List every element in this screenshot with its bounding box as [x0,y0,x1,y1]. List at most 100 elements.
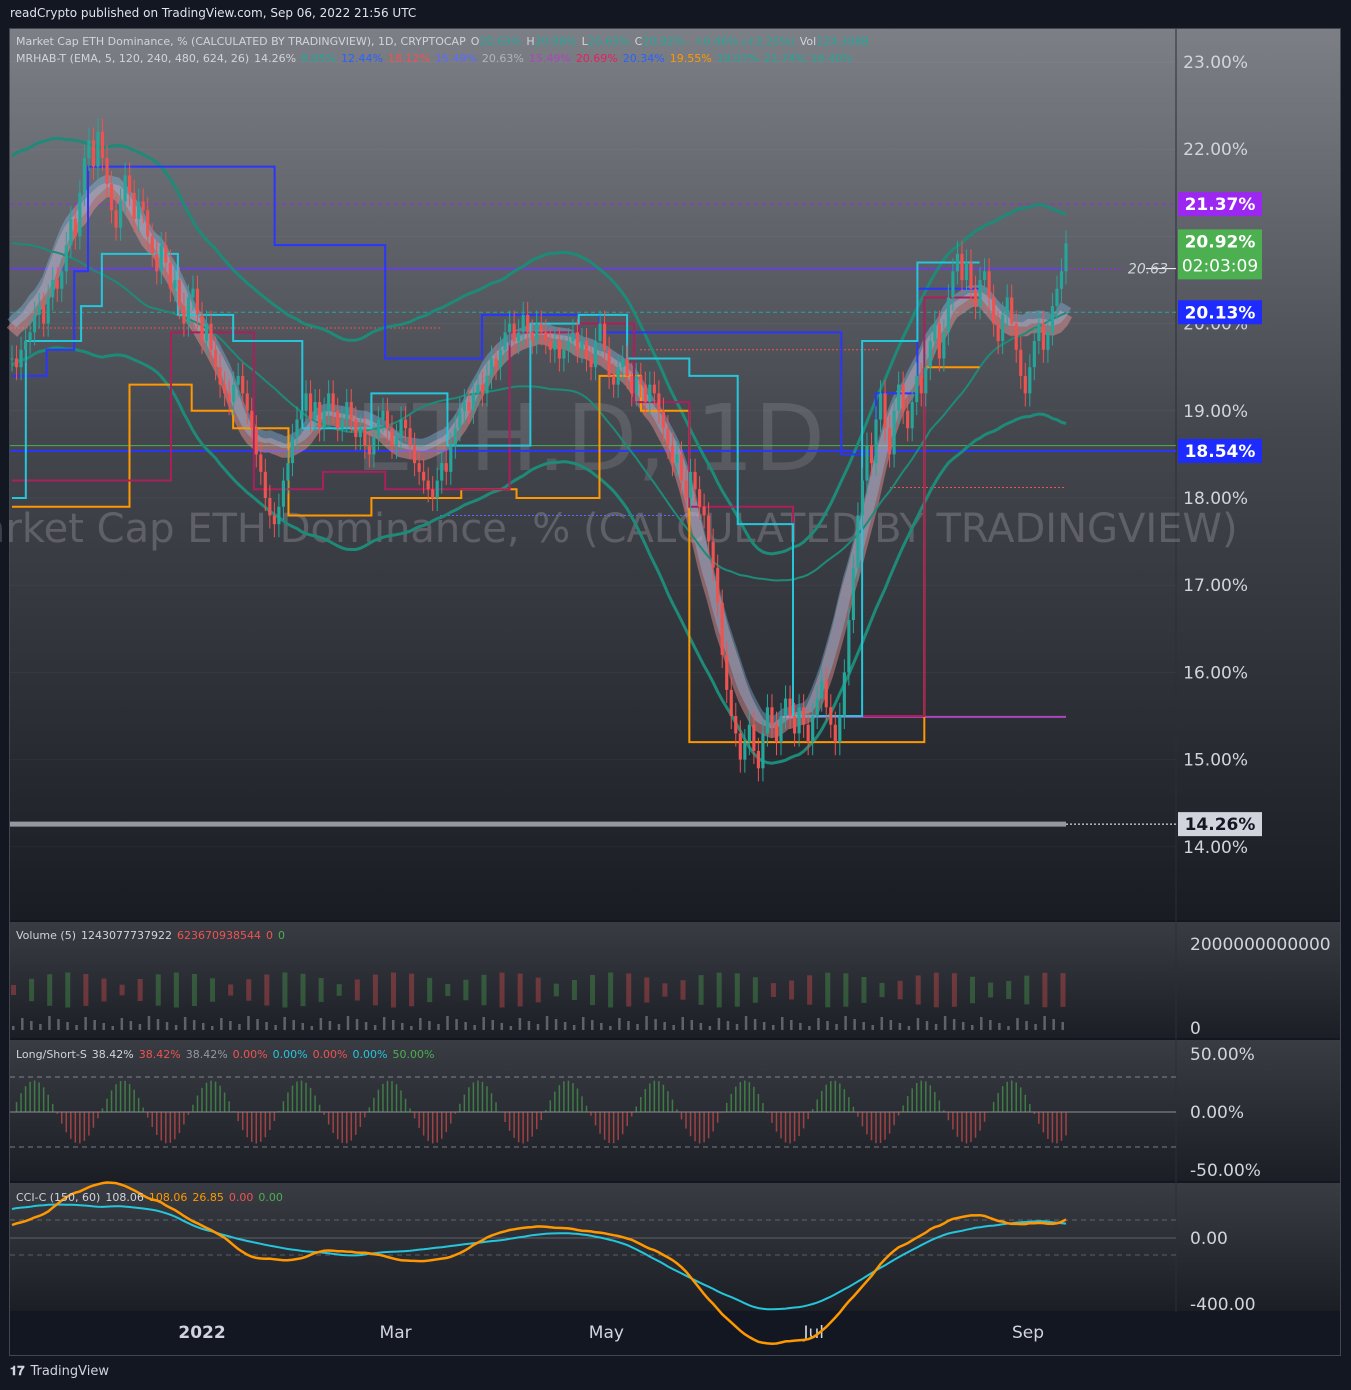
candle-152[interactable] [698,489,702,507]
candle-42[interactable] [200,314,204,342]
candle-35[interactable] [168,262,172,289]
candle-189[interactable] [865,445,869,481]
candle-91[interactable] [422,471,426,481]
candle-89[interactable] [413,445,417,464]
candle-51[interactable] [241,375,245,394]
candle-97[interactable] [449,445,453,472]
candle-124[interactable] [571,332,575,342]
candle-99[interactable] [458,410,462,429]
candle-59[interactable] [277,506,281,525]
candle-56[interactable] [263,471,267,498]
candle-100[interactable] [462,402,466,411]
candle-164[interactable] [752,724,756,751]
candle-41[interactable] [195,288,200,315]
candle-40[interactable] [191,288,195,298]
candle-148[interactable] [679,454,684,481]
candle-85[interactable] [394,436,399,446]
candle-9[interactable] [51,280,55,298]
candle-158[interactable] [725,654,729,690]
candle-30[interactable] [146,210,150,237]
candle-156[interactable] [716,567,720,603]
candle-145[interactable] [666,428,670,446]
candle-78[interactable] [363,428,367,446]
candle-129[interactable] [593,341,598,368]
candle-128[interactable] [589,358,593,368]
volume-title[interactable]: Volume (5) [16,929,76,942]
candle-20[interactable] [100,131,105,158]
candle-98[interactable] [453,428,457,446]
candle-125[interactable] [575,332,580,350]
candle-232[interactable] [1059,271,1064,289]
candle-10[interactable] [55,280,59,289]
candle-3[interactable] [23,341,28,350]
candle-216[interactable] [987,271,991,298]
candle-101[interactable] [467,402,471,411]
candle-144[interactable] [661,410,665,429]
candle-18[interactable] [91,140,96,167]
candle-179[interactable] [820,681,824,699]
candle-118[interactable] [544,332,548,342]
candle-16[interactable] [82,157,86,193]
candle-4[interactable] [28,332,32,342]
candle-120[interactable] [553,341,557,350]
candle-21[interactable] [105,157,109,185]
candle-70[interactable] [327,393,331,411]
candle-157[interactable] [720,602,724,655]
candle-107[interactable] [494,358,498,368]
candle-175[interactable] [802,707,806,725]
candle-185[interactable] [847,620,851,673]
candle-90[interactable] [417,463,421,472]
indicator-title[interactable]: MRHAB-T (EMA, 5, 120, 240, 480, 624, 26) [16,52,249,65]
candle-114[interactable] [526,314,530,333]
candle-138[interactable] [634,375,638,394]
candle-196[interactable] [897,384,901,411]
candle-233[interactable] [1064,243,1068,272]
candle-87[interactable] [403,419,408,429]
candle-220[interactable] [1005,297,1009,315]
candle-161[interactable] [738,733,742,760]
candle-52[interactable] [245,393,249,411]
candle-14[interactable] [73,218,77,237]
candle-104[interactable] [480,384,485,394]
candle-50[interactable] [236,375,240,385]
candle-221[interactable] [1010,297,1014,324]
candle-211[interactable] [964,262,969,280]
candle-215[interactable] [982,271,987,280]
candle-228[interactable] [1041,323,1045,350]
candle-48[interactable] [227,393,231,403]
candle-230[interactable] [1050,306,1055,333]
candle-81[interactable] [376,419,380,437]
candle-130[interactable] [598,323,602,342]
candle-231[interactable] [1055,288,1059,307]
candle-206[interactable] [942,332,946,359]
candle-43[interactable] [204,323,209,342]
candle-225[interactable] [1028,367,1032,394]
candle-53[interactable] [250,410,254,429]
candle-200[interactable] [915,375,919,403]
candle-54[interactable] [254,428,258,455]
candle-46[interactable] [218,367,222,385]
candle-167[interactable] [765,707,770,734]
candle-57[interactable] [268,498,272,516]
footer-brand[interactable]: TradingView [30,1364,109,1379]
candle-68[interactable] [318,402,322,429]
candle-183[interactable] [838,716,842,743]
candle-79[interactable] [367,445,371,455]
candle-199[interactable] [910,402,914,429]
candle-61[interactable] [286,463,290,481]
candle-71[interactable] [331,393,335,411]
candle-121[interactable] [557,341,561,359]
candle-7[interactable] [42,306,46,324]
candle-192[interactable] [878,393,883,420]
candle-219[interactable] [1001,314,1005,342]
candle-169[interactable] [774,724,779,743]
candle-223[interactable] [1019,349,1023,376]
candle-82[interactable] [381,410,385,420]
candle-184[interactable] [842,672,846,716]
candle-75[interactable] [349,402,353,420]
candle-93[interactable] [431,489,435,498]
candle-47[interactable] [223,384,227,394]
candle-155[interactable] [711,541,715,568]
candle-122[interactable] [562,349,566,359]
candle-15[interactable] [78,192,82,237]
